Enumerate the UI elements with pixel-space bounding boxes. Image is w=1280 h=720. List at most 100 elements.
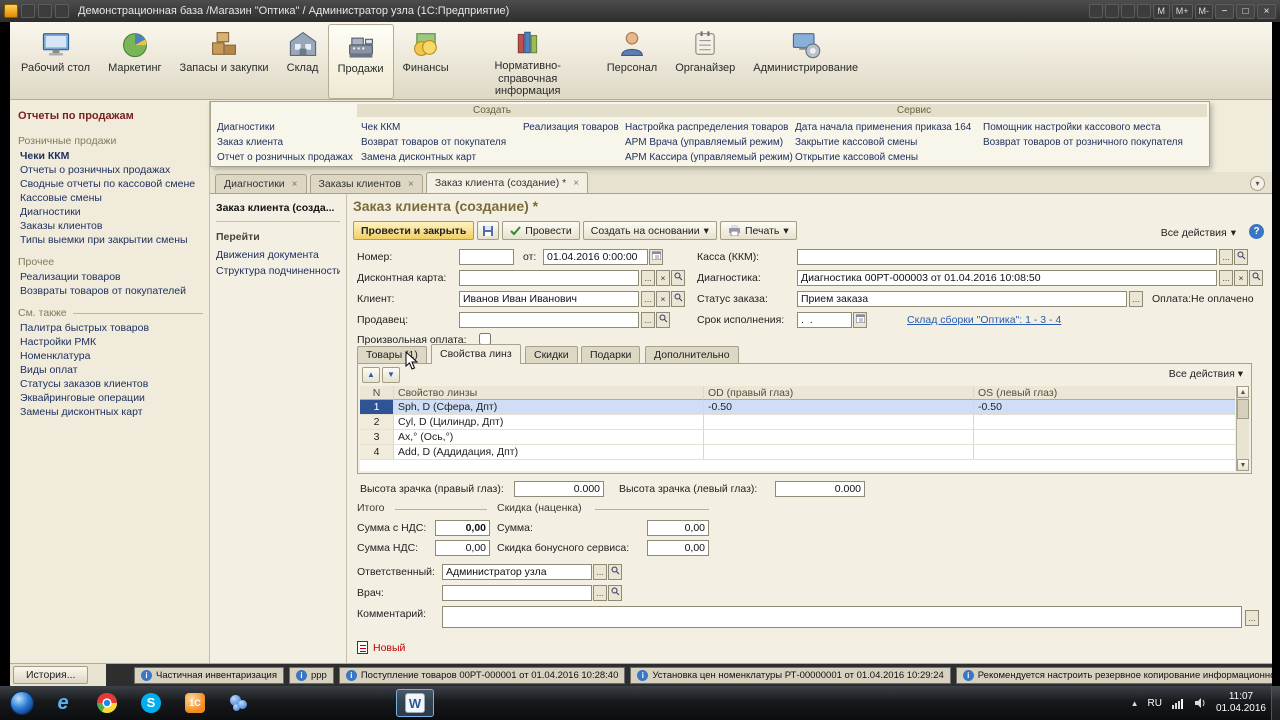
language-indicator[interactable]: RU	[1147, 698, 1161, 709]
ribbon-section-marketing[interactable]: Маркетинг	[99, 24, 170, 99]
ribbon-section-desktop[interactable]: Рабочий стол	[12, 24, 99, 99]
column-header[interactable]: N	[360, 386, 394, 400]
tab-diagnostics[interactable]: Диагностики ×	[215, 174, 307, 193]
print-button[interactable]: Печать▾	[720, 221, 797, 240]
memory-plus-button[interactable]: M+	[1172, 4, 1193, 19]
status-message[interactable]: ippp	[289, 667, 334, 684]
tab-gifts[interactable]: Подарки	[581, 346, 640, 363]
kkm-input[interactable]	[797, 249, 1217, 265]
clock[interactable]: 11:07 01.04.2016	[1216, 691, 1266, 716]
nav-item-goods-distribution[interactable]: Настройка распределения товаров	[625, 120, 793, 135]
sum-with-vat-input[interactable]	[435, 520, 490, 536]
responsible-input[interactable]	[442, 564, 592, 580]
number-input[interactable]	[459, 249, 514, 265]
ribbon-section-personnel[interactable]: Персонал	[598, 24, 667, 99]
nav-item-discount-card-replacement[interactable]: Замена дисконтных карт	[361, 150, 506, 165]
memory-recall-button[interactable]: M	[1153, 4, 1170, 19]
sidebar-item-shift-summary[interactable]: Сводные отчеты по кассовой смене	[10, 177, 209, 191]
vat-sum-input[interactable]	[435, 540, 490, 556]
doc-structure-link[interactable]: Структура подчиненности	[216, 265, 340, 277]
clear-icon[interactable]: ×	[656, 270, 670, 286]
magnifier-icon[interactable]	[671, 291, 685, 307]
table-row[interactable]: 1 Sph, D (Сфера, Дпт) -0.50 -0.50	[360, 400, 1235, 415]
ribbon-section-administration[interactable]: Администрирование	[744, 24, 867, 99]
expand-icon[interactable]: ...	[1245, 610, 1259, 626]
select-icon[interactable]: ...	[593, 585, 607, 601]
sidebar-item-payment-types[interactable]: Виды оплат	[10, 363, 209, 377]
ribbon-section-reference[interactable]: Нормативно-справочная информация	[458, 24, 598, 99]
nav-item-close-shift[interactable]: Закрытие кассовой смены	[795, 135, 971, 150]
magnifier-icon[interactable]	[608, 564, 622, 580]
table-all-actions-button[interactable]: Все действия ▾	[1169, 368, 1243, 380]
move-up-icon[interactable]: ▲	[362, 367, 380, 383]
client-input[interactable]	[459, 291, 639, 307]
pupil-right-input[interactable]	[514, 481, 604, 497]
tab-customer-order-new[interactable]: Заказ клиента (создание) * ×	[426, 172, 588, 193]
memory-minus-button[interactable]: M-	[1195, 4, 1214, 19]
history-button[interactable]: История...	[13, 666, 88, 684]
sidebar-item-diagnostics[interactable]: Диагностики	[10, 205, 209, 219]
calendar-icon[interactable]	[649, 249, 663, 265]
column-header[interactable]: OD (правый глаз)	[704, 386, 974, 400]
nav-item-cash-place-assistant[interactable]: Помощник настройки кассового места	[983, 120, 1183, 135]
order-date-input[interactable]	[543, 249, 648, 265]
diagnostic-input[interactable]	[797, 270, 1217, 286]
bonus-discount-input[interactable]	[647, 540, 709, 556]
status-message[interactable]: iЧастичная инвентаризация	[134, 667, 284, 684]
skype-icon[interactable]: S	[132, 689, 170, 717]
tab-discounts[interactable]: Скидки	[525, 346, 578, 363]
table-row[interactable]: 4 Add, D (Аддидация, Дпт)	[360, 445, 1235, 460]
sidebar-item-discount-card-replacements[interactable]: Замены дисконтных карт	[10, 405, 209, 419]
nav-item-retail-customer-return[interactable]: Возврат товаров от розничного покупателя	[983, 135, 1183, 150]
column-header[interactable]: OS (левый глаз)	[974, 386, 1235, 400]
clear-icon[interactable]: ×	[1234, 270, 1248, 286]
nav-item-retail-sales-report[interactable]: Отчет о розничных продажах	[217, 150, 353, 165]
close-tab-icon[interactable]: ×	[573, 178, 579, 189]
nav-item-doctor-workstation[interactable]: АРМ Врача (управляемый режим)	[625, 135, 793, 150]
select-icon[interactable]: ...	[1219, 270, 1233, 286]
discount-card-input[interactable]	[459, 270, 639, 286]
status-message[interactable]: iУстановка цен номенклатуры РТ-00000001 …	[630, 667, 950, 684]
ribbon-section-warehouse[interactable]: Склад	[278, 24, 328, 99]
discount-sum-input[interactable]	[647, 520, 709, 536]
internet-explorer-icon[interactable]: e	[44, 689, 82, 717]
nav-item-order-164-date[interactable]: Дата начала применения приказа 164	[795, 120, 971, 135]
titlebar-tool-icon[interactable]	[55, 4, 69, 18]
table-scrollbar[interactable]: ▲ ▼	[1236, 386, 1249, 471]
titlebar-links-icon[interactable]	[1137, 4, 1151, 18]
magnifier-icon[interactable]	[608, 585, 622, 601]
ribbon-section-sales[interactable]: Продажи	[328, 24, 394, 99]
select-icon[interactable]: ...	[1219, 249, 1233, 265]
tab-customer-orders[interactable]: Заказы клиентов ×	[310, 174, 423, 193]
nav-item-customer-return[interactable]: Возврат товаров от покупателя	[361, 135, 506, 150]
sidebar-item-quick-goods[interactable]: Палитра быстрых товаров	[10, 321, 209, 335]
nav-item-open-shift[interactable]: Открытие кассовой смены	[795, 150, 971, 165]
start-button[interactable]	[10, 691, 34, 715]
close-tab-icon[interactable]: ×	[292, 179, 298, 190]
order-status-input[interactable]	[797, 291, 1127, 307]
calendar-icon[interactable]	[853, 312, 867, 328]
seller-input[interactable]	[459, 312, 639, 328]
create-based-on-button[interactable]: Создать на основании▾	[583, 221, 717, 240]
nav-item-cashier-workstation[interactable]: АРМ Кассира (управляемый режим)	[625, 150, 793, 165]
messenger-icon[interactable]	[220, 689, 258, 717]
minimize-button[interactable]: −	[1215, 4, 1234, 19]
save-button[interactable]	[477, 221, 499, 240]
pupil-left-input[interactable]	[775, 481, 865, 497]
due-date-input[interactable]	[797, 312, 852, 328]
sidebar-item-kkm-receipts[interactable]: Чеки ККМ	[10, 149, 209, 163]
sidebar-item-order-statuses[interactable]: Статусы заказов клиентов	[10, 377, 209, 391]
magnifier-icon[interactable]	[656, 312, 670, 328]
titlebar-tool-icon[interactable]	[21, 4, 35, 18]
doc-movements-link[interactable]: Движения документа	[216, 249, 340, 261]
move-down-icon[interactable]: ▼	[382, 367, 400, 383]
nav-item-diagnostics[interactable]: Диагностики	[217, 120, 353, 135]
ribbon-section-finance[interactable]: Финансы	[394, 24, 458, 99]
doctor-input[interactable]	[442, 585, 592, 601]
status-message[interactable]: iРекомендуется настроить резервное копир…	[956, 667, 1272, 684]
nav-item-goods-sale[interactable]: Реализация товаров	[523, 120, 619, 135]
tab-additional[interactable]: Дополнительно	[645, 346, 739, 363]
help-icon[interactable]: ?	[1249, 224, 1264, 239]
magnifier-icon[interactable]	[671, 270, 685, 286]
nav-item-customer-order[interactable]: Заказ клиента	[217, 135, 353, 150]
